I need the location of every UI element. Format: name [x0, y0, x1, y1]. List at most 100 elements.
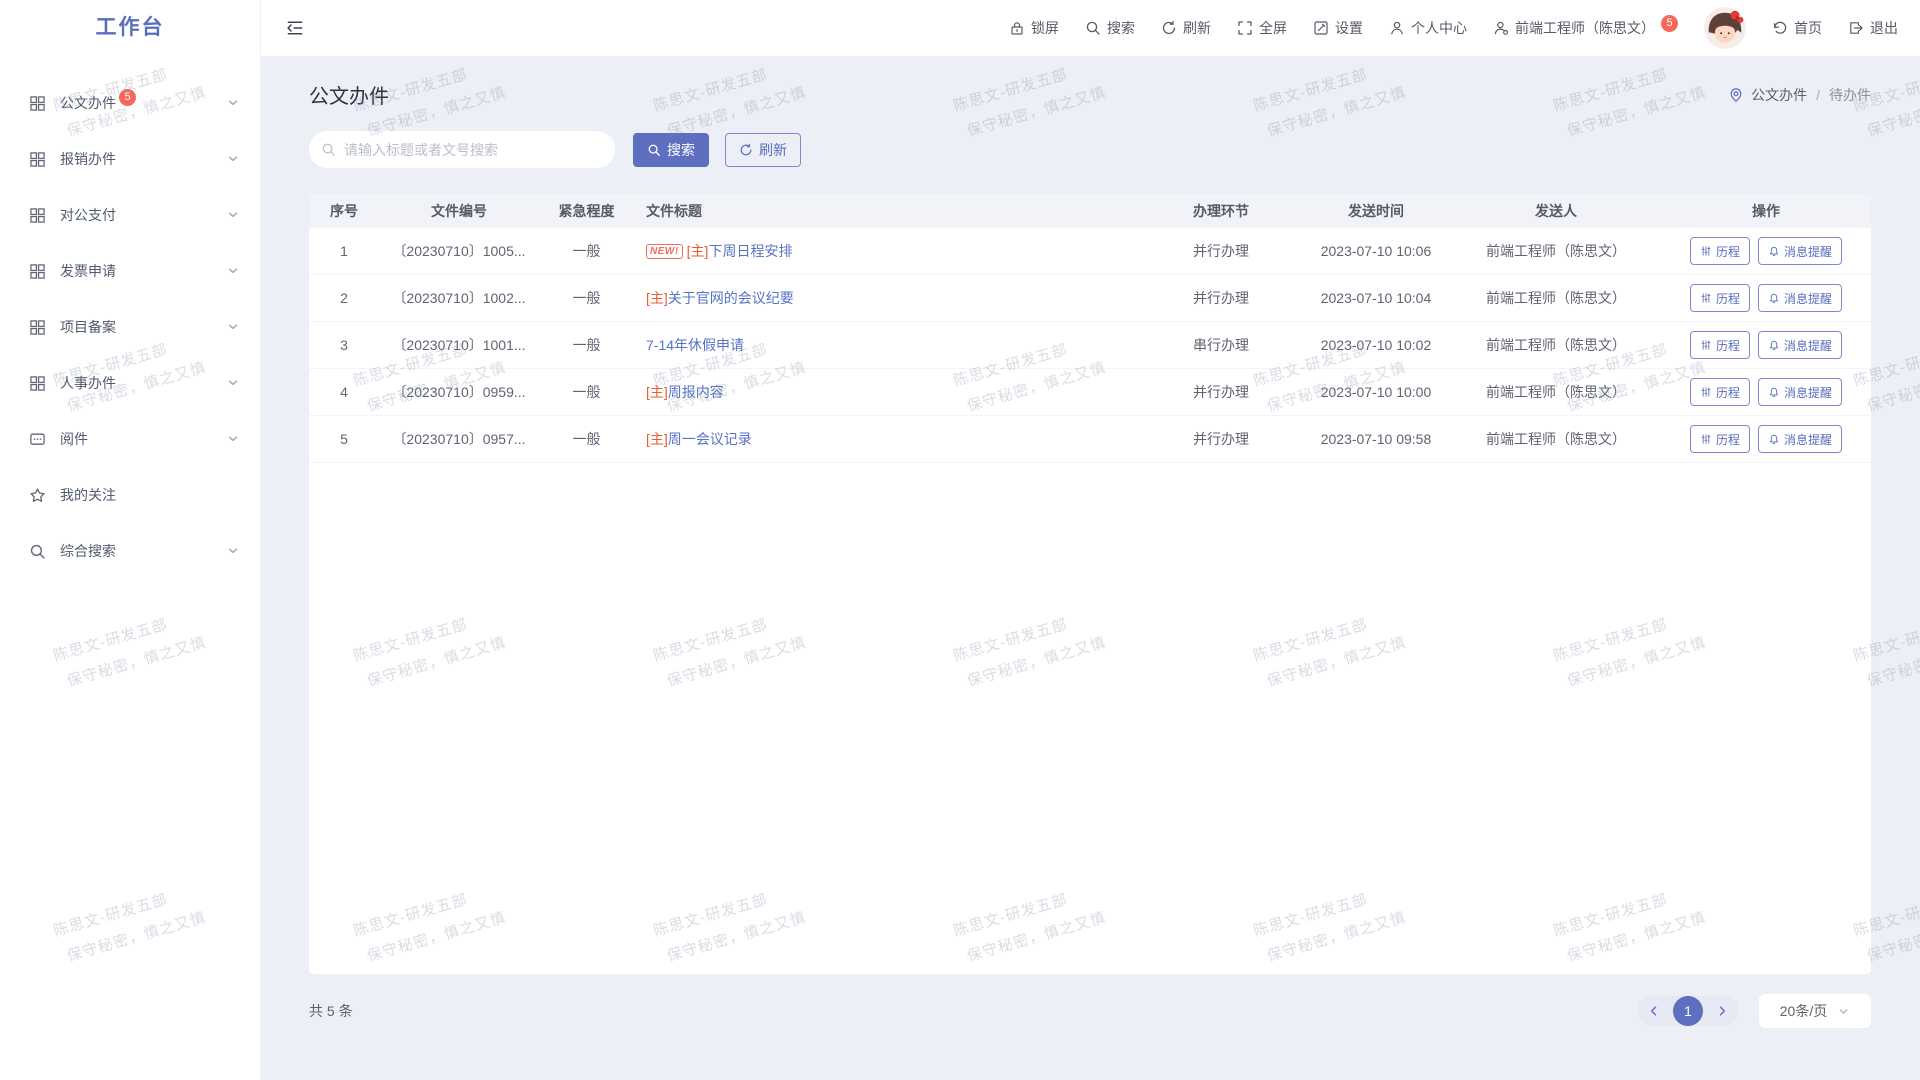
search-button[interactable]: 搜索 [1085, 18, 1135, 38]
search-icon [321, 142, 336, 157]
sliders-icon [1700, 386, 1712, 398]
cell-sender: 前端工程师（陈思文） [1451, 335, 1661, 355]
logout-icon [1848, 20, 1864, 36]
current-page[interactable]: 1 [1673, 996, 1703, 1026]
sidebar-item-official-docs[interactable]: 公文办件 5 [0, 75, 260, 131]
sliders-icon [1700, 433, 1712, 445]
column-header: 发送时间 [1301, 201, 1451, 221]
cell-index: 1 [309, 243, 379, 259]
search-icon [1085, 20, 1101, 36]
sliders-icon [1700, 292, 1712, 304]
grid-icon [29, 319, 46, 336]
chevron-down-icon [226, 264, 240, 278]
cell-step: 并行办理 [1141, 429, 1301, 449]
bell-icon [1768, 433, 1780, 445]
sidebar-item-project-filing[interactable]: 项目备案 [0, 299, 260, 355]
grid-icon [29, 375, 46, 392]
header-user[interactable]: 前端工程师（陈思文） 5 [1493, 18, 1678, 38]
doc-tag: [主] [646, 429, 668, 449]
chevron-down-icon [1837, 1005, 1850, 1018]
refresh-button[interactable]: 刷新 [725, 133, 801, 167]
cell-urgency: 一般 [539, 382, 634, 402]
document-title-link[interactable]: 下周日程安排 [708, 241, 792, 261]
collapse-sidebar-icon[interactable] [285, 18, 305, 38]
table-footer: 共 5 条 1 20条/页 [309, 994, 1871, 1028]
sidebar-item-label: 我的关注 [60, 485, 116, 505]
breadcrumb-root[interactable]: 公文办件 [1751, 85, 1807, 105]
cell-index: 4 [309, 384, 379, 400]
search-input-wrapper [309, 131, 615, 168]
history-button[interactable]: 历程 [1690, 378, 1750, 406]
history-button[interactable]: 历程 [1690, 331, 1750, 359]
chevron-down-icon [226, 152, 240, 166]
refresh-icon [1161, 20, 1177, 36]
sidebar-item-label: 公文办件 [60, 93, 116, 113]
cell-step: 串行办理 [1141, 335, 1301, 355]
home-button[interactable]: 首页 [1772, 18, 1822, 38]
sidebar-item-hr-affairs[interactable]: 人事办件 [0, 355, 260, 411]
sidebar-item-invoice-request[interactable]: 发票申请 [0, 243, 260, 299]
cell-doc-no: 〔20230710〕1001... [379, 335, 539, 355]
document-title-link[interactable]: 7-14年休假申请 [646, 335, 744, 355]
document-title-link[interactable]: 周一会议记录 [668, 429, 752, 449]
document-title-link[interactable]: 周报内容 [668, 382, 724, 402]
cell-actions: 历程 消息提醒 [1661, 237, 1871, 265]
notify-button[interactable]: 消息提醒 [1758, 378, 1842, 406]
user-role-icon [1493, 20, 1509, 36]
main-content: 公文办件 公文办件 / 待办件 [261, 56, 1920, 1080]
search-button[interactable]: 搜索 [633, 133, 709, 167]
table-row: 2 〔20230710〕1002... 一般 [主] 关于官网的会议纪要 并行办… [309, 275, 1871, 322]
chevron-down-icon [226, 96, 240, 110]
lock-screen-button[interactable]: 锁屏 [1009, 18, 1059, 38]
notify-button[interactable]: 消息提醒 [1758, 331, 1842, 359]
search-input[interactable] [344, 142, 603, 158]
next-page-button[interactable] [1715, 1004, 1729, 1018]
search-button-icon [647, 143, 661, 157]
bell-icon [1768, 339, 1780, 351]
page-size-select[interactable]: 20条/页 [1759, 994, 1871, 1028]
column-header: 紧急程度 [539, 201, 634, 221]
profile-button[interactable]: 个人中心 [1389, 18, 1467, 38]
user-avatar[interactable] [1704, 7, 1746, 49]
chevron-down-icon [226, 544, 240, 558]
settings-button[interactable]: 设置 [1313, 18, 1363, 38]
refresh-button[interactable]: 刷新 [1161, 18, 1211, 38]
home-back-icon [1772, 20, 1788, 36]
document-title-link[interactable]: 关于官网的会议纪要 [668, 288, 794, 308]
cell-urgency: 一般 [539, 429, 634, 449]
grid-icon [29, 207, 46, 224]
chevron-down-icon [226, 208, 240, 222]
logout-button[interactable]: 退出 [1848, 18, 1898, 38]
sidebar-item-read-items[interactable]: 阅件 [0, 411, 260, 467]
chevron-down-icon [226, 376, 240, 390]
sidebar-item-reimbursement[interactable]: 报销办件 [0, 131, 260, 187]
notify-button[interactable]: 消息提醒 [1758, 425, 1842, 453]
prev-page-button[interactable] [1647, 1004, 1661, 1018]
cell-title: NEW! [主] 下周日程安排 [634, 241, 1141, 261]
cell-index: 2 [309, 290, 379, 306]
history-button[interactable]: 历程 [1690, 284, 1750, 312]
user-notification-badge: 5 [1661, 15, 1678, 32]
column-header: 文件标题 [634, 201, 1141, 221]
column-header: 发送人 [1451, 201, 1661, 221]
cell-doc-no: 〔20230710〕0959... [379, 382, 539, 402]
cell-urgency: 一般 [539, 241, 634, 261]
table-body: 1 〔20230710〕1005... 一般 NEW! [主] 下周日程安排 并… [309, 228, 1871, 463]
cell-doc-no: 〔20230710〕1002... [379, 288, 539, 308]
history-button[interactable]: 历程 [1690, 425, 1750, 453]
comment-icon [29, 431, 46, 448]
sidebar-item-global-search[interactable]: 综合搜索 [0, 523, 260, 579]
sidebar-item-label: 阅件 [60, 429, 88, 449]
cell-time: 2023-07-10 10:04 [1301, 290, 1451, 306]
doc-tag: [主] [687, 241, 709, 261]
notify-button[interactable]: 消息提醒 [1758, 237, 1842, 265]
pager-pill: 1 [1637, 996, 1739, 1026]
history-button[interactable]: 历程 [1690, 237, 1750, 265]
sidebar-item-corporate-payment[interactable]: 对公支付 [0, 187, 260, 243]
user-icon [1389, 20, 1405, 36]
chevron-down-icon [226, 320, 240, 334]
sliders-icon [1700, 245, 1712, 257]
notify-button[interactable]: 消息提醒 [1758, 284, 1842, 312]
sidebar-item-my-follows[interactable]: 我的关注 [0, 467, 260, 523]
fullscreen-button[interactable]: 全屏 [1237, 18, 1287, 38]
